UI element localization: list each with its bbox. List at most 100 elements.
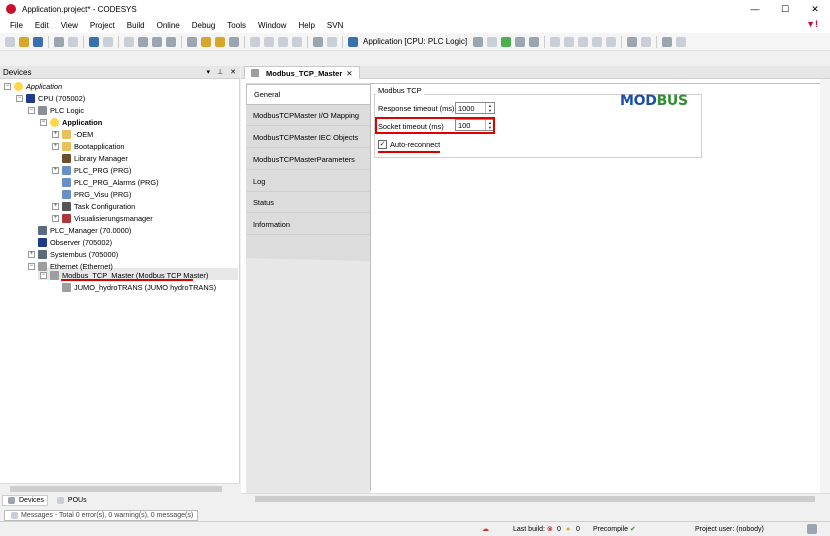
- bookmark-clear-icon[interactable]: [292, 36, 302, 47]
- tree-node-oem[interactable]: + -OEM: [52, 128, 93, 140]
- select-all-icon[interactable]: [229, 36, 239, 47]
- tree-node-plc-manager[interactable]: PLC_Manager (70.0000): [38, 224, 131, 236]
- expand-icon[interactable]: +: [52, 130, 59, 138]
- side-tab-iec-objects[interactable]: ModbusTCPMaster IEC Objects: [246, 127, 370, 148]
- copy-icon[interactable]: [138, 36, 148, 47]
- expand-icon[interactable]: +: [28, 250, 35, 258]
- side-tab-general[interactable]: General: [246, 84, 370, 105]
- menu-debug[interactable]: Debug: [186, 21, 222, 30]
- minimize-button[interactable]: —: [740, 0, 770, 18]
- window-icon[interactable]: [313, 36, 323, 47]
- step-over-icon[interactable]: [564, 36, 575, 47]
- scrollbar-thumb[interactable]: [10, 486, 222, 492]
- tree-node-cpu[interactable]: − CPU (705002): [16, 92, 85, 104]
- tree-node-observer[interactable]: Observer (705002): [38, 236, 112, 248]
- logout-icon[interactable]: [487, 36, 498, 47]
- menu-view[interactable]: View: [55, 21, 84, 30]
- tree-node-systembus[interactable]: + Systembus (705000): [28, 248, 118, 260]
- maximize-button[interactable]: ☐: [770, 0, 800, 18]
- tree-node-plc-prg-alarms[interactable]: PLC_PRG_Alarms (PRG): [62, 176, 159, 188]
- menu-tools[interactable]: Tools: [221, 21, 252, 30]
- tree-node-plc-logic[interactable]: − PLC Logic: [28, 104, 84, 116]
- collapse-icon[interactable]: −: [28, 262, 35, 270]
- pin-icon[interactable]: ⊥: [217, 68, 223, 76]
- menu-edit[interactable]: Edit: [29, 21, 55, 30]
- tab-pous[interactable]: POUs: [52, 496, 90, 505]
- find-all-icon[interactable]: [215, 36, 225, 47]
- open-project-icon[interactable]: [19, 36, 29, 47]
- view-icon[interactable]: [327, 36, 337, 47]
- close-button[interactable]: ✕: [800, 0, 830, 18]
- replace-icon[interactable]: [201, 36, 211, 47]
- tree-horizontal-scrollbar[interactable]: [0, 483, 240, 493]
- paste-icon[interactable]: [152, 36, 162, 47]
- collapse-icon[interactable]: −: [4, 82, 11, 90]
- collapse-icon[interactable]: −: [28, 106, 35, 114]
- tree-node-bootapplication[interactable]: + Bootapplication: [52, 140, 125, 152]
- delete-icon[interactable]: [166, 36, 176, 47]
- tree-node-library-manager[interactable]: Library Manager: [62, 152, 128, 164]
- expand-icon[interactable]: +: [52, 202, 59, 210]
- run-to-cursor-icon[interactable]: [606, 36, 617, 47]
- tree-node-task-configuration[interactable]: + Task Configuration: [52, 200, 135, 212]
- tree-node-jumo[interactable]: JUMO_hydroTRANS (JUMO hydroTRANS): [62, 281, 216, 293]
- more-tools-icon[interactable]: [676, 36, 687, 47]
- tools-icon[interactable]: [529, 36, 540, 47]
- print-preview-icon[interactable]: [68, 36, 78, 47]
- login-icon[interactable]: [473, 36, 484, 47]
- tree-node-visualisierungsmanager[interactable]: + Visualisierungsmanager: [52, 212, 153, 224]
- side-tab-log[interactable]: Log: [246, 171, 370, 192]
- tree-node-application-root[interactable]: − Application: [4, 80, 62, 92]
- editor-vertical-scrollbar[interactable]: [820, 79, 830, 493]
- tab-devices[interactable]: Devices: [2, 494, 48, 506]
- cut-icon[interactable]: [124, 36, 134, 47]
- side-tab-status[interactable]: Status: [246, 192, 370, 213]
- bookmark-next-icon[interactable]: [264, 36, 274, 47]
- editor-horizontal-scrollbar[interactable]: [241, 493, 830, 503]
- new-project-icon[interactable]: [5, 36, 15, 47]
- notification-flag-icon[interactable]: ▼!: [800, 19, 824, 29]
- menu-window[interactable]: Window: [252, 21, 292, 30]
- cloud-icon[interactable]: ☁: [482, 525, 489, 533]
- stop-icon[interactable]: [515, 36, 526, 47]
- collapse-icon[interactable]: −: [16, 94, 23, 102]
- side-tab-parameters[interactable]: ModbusTCPMasterParameters: [246, 149, 370, 170]
- side-tab-information[interactable]: Information: [246, 214, 370, 235]
- bookmark-prev-icon[interactable]: [278, 36, 288, 47]
- panel-close-icon[interactable]: ✕: [230, 68, 236, 76]
- side-tab-io-mapping[interactable]: ModbusTCPMaster I/O Mapping: [246, 105, 370, 126]
- expand-icon[interactable]: +: [52, 214, 59, 222]
- expand-icon[interactable]: +: [52, 142, 59, 150]
- spin-arrows-icon[interactable]: ▲ ▼: [485, 103, 494, 113]
- menu-build[interactable]: Build: [121, 21, 151, 30]
- tree-node-application[interactable]: − Application: [40, 116, 102, 128]
- editor-tab-modbus-master[interactable]: Modbus_TCP_Master ✕: [244, 66, 360, 79]
- messages-tab[interactable]: Messages - Total 0 error(s), 0 warning(s…: [4, 509, 199, 521]
- collapse-icon[interactable]: −: [40, 271, 47, 279]
- user-icon[interactable]: [807, 524, 817, 534]
- menu-file[interactable]: File: [4, 21, 29, 30]
- save-icon[interactable]: [33, 36, 43, 47]
- bookmark-icon[interactable]: [250, 36, 260, 47]
- find-icon[interactable]: [187, 36, 197, 47]
- redo-icon[interactable]: [103, 36, 113, 47]
- response-timeout-input[interactable]: 1000 ▲ ▼: [455, 102, 495, 114]
- force-icon[interactable]: [641, 36, 652, 47]
- breakpoint-icon[interactable]: [592, 36, 603, 47]
- menu-online[interactable]: Online: [151, 21, 186, 30]
- tree-node-plc-prg[interactable]: + PLC_PRG (PRG): [52, 164, 132, 176]
- menu-help[interactable]: Help: [292, 21, 320, 30]
- expand-icon[interactable]: +: [52, 166, 59, 174]
- cart-icon[interactable]: [662, 36, 673, 47]
- print-icon[interactable]: [54, 36, 64, 47]
- scrollbar-thumb[interactable]: [255, 496, 815, 502]
- panel-menu-icon[interactable]: ▾: [207, 68, 211, 76]
- auto-reconnect-checkbox[interactable]: ✓: [378, 140, 387, 149]
- step-out-icon[interactable]: [578, 36, 589, 47]
- start-icon[interactable]: [501, 36, 512, 47]
- tree-node-prg-visu[interactable]: PRG_Visu (PRG): [62, 188, 131, 200]
- undo-icon[interactable]: [89, 36, 99, 47]
- tab-close-icon[interactable]: ✕: [346, 69, 352, 78]
- step-into-icon[interactable]: [550, 36, 561, 47]
- monitoring-icon[interactable]: [627, 36, 638, 47]
